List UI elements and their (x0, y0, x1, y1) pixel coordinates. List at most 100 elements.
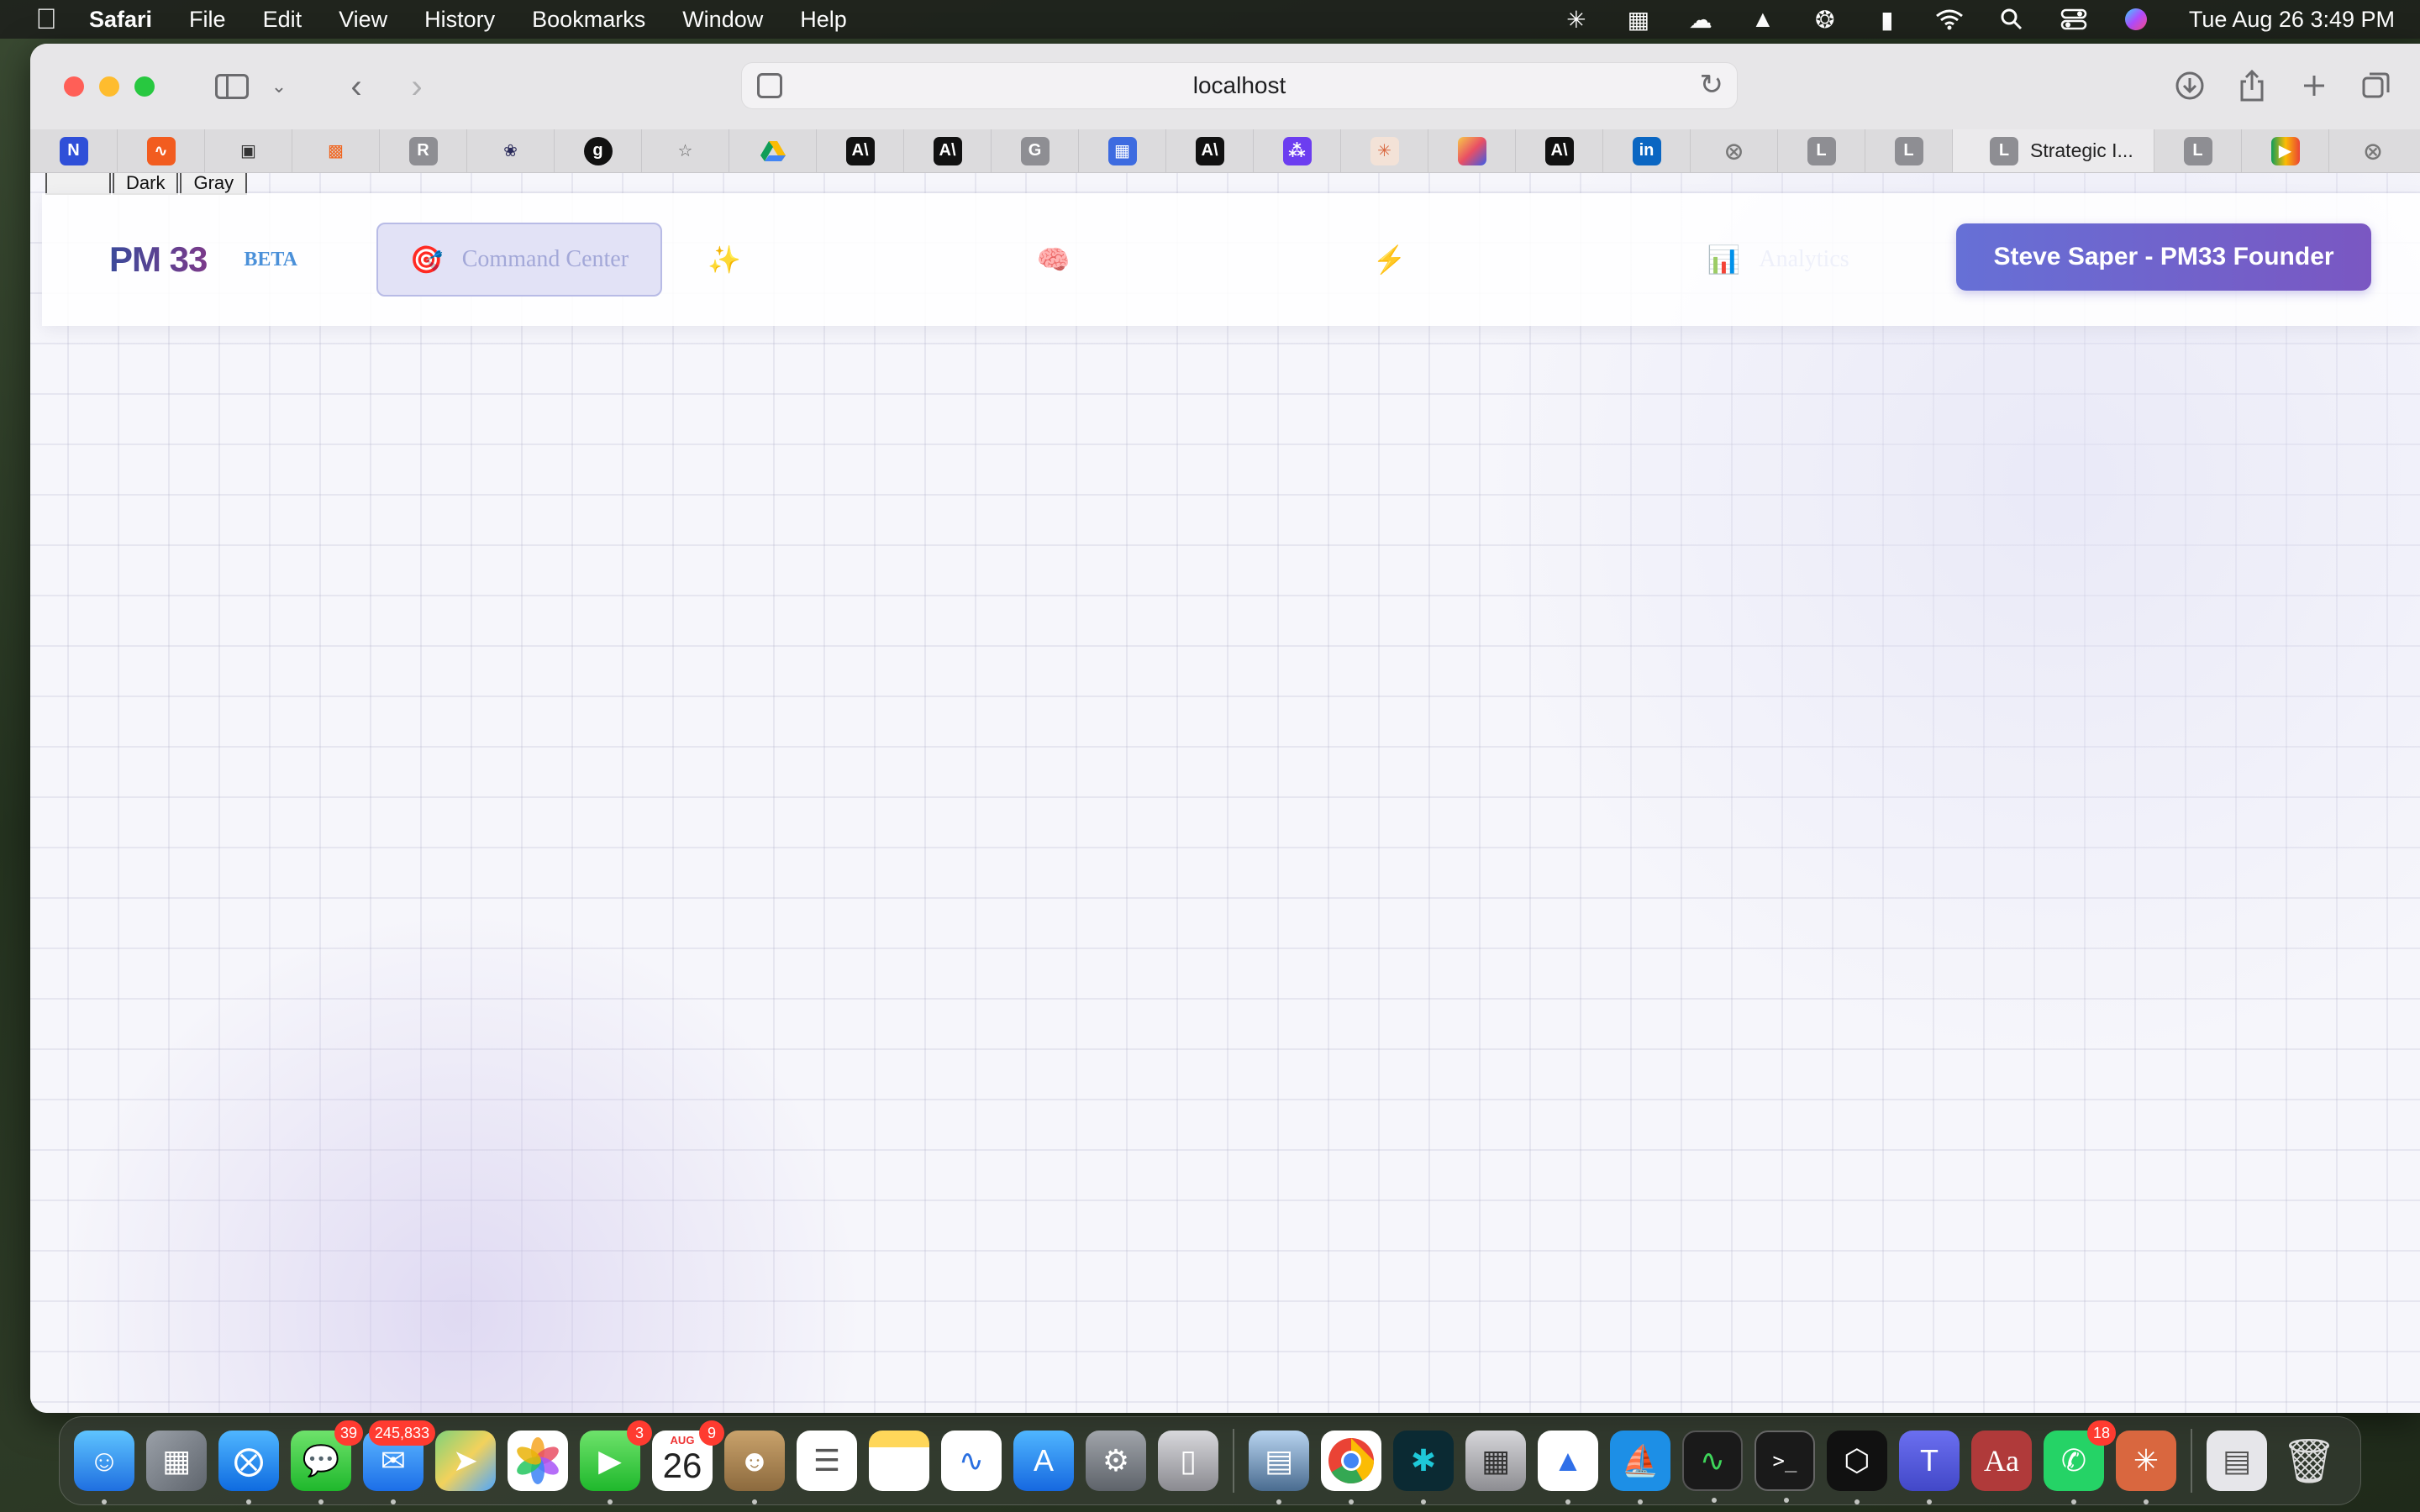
spotlight-search-icon[interactable] (1996, 7, 2028, 32)
menu-edit[interactable]: Edit (263, 7, 302, 33)
nav-tab-sparkles[interactable]: ✨ (708, 244, 741, 276)
freeform-icon[interactable]: ∿ (941, 1431, 1002, 1491)
nav-tab-brain[interactable]: 🧠 (1037, 244, 1071, 276)
teams-icon[interactable]: T (1899, 1431, 1960, 1504)
tab-g[interactable]: G (992, 129, 1079, 172)
theme-dark-button[interactable]: Dark (113, 173, 179, 195)
terminal-icon[interactable]: >_ (1754, 1431, 1815, 1503)
menu-view[interactable]: View (339, 7, 387, 33)
tab-l-3[interactable]: L (2154, 129, 2242, 172)
tab-active-strategic[interactable]: L Strategic I... (1953, 129, 2154, 172)
tab-blocks[interactable]: ▦ (1079, 129, 1166, 172)
arc-status-icon[interactable]: ▲ (1747, 6, 1779, 32)
iphone-mirroring-icon[interactable]: ▯ (1158, 1431, 1218, 1491)
tab-colorful[interactable] (1428, 129, 1516, 172)
tab-orange[interactable]: ▩ (292, 129, 380, 172)
apple-menu-icon[interactable]:  (25, 3, 67, 36)
new-tab-plus-icon[interactable] (2292, 64, 2336, 108)
system-settings-icon[interactable]: ⚙ (1086, 1431, 1146, 1491)
perplexity-icon[interactable]: ✱ (1393, 1431, 1454, 1504)
messages-icon[interactable]: 💬 39 (291, 1420, 363, 1504)
nav-tab-analytics[interactable]: 📊 Analytics (1707, 244, 1849, 276)
tab-drive[interactable] (729, 129, 817, 172)
menu-app-safari[interactable]: Safari (89, 7, 152, 33)
safari-icon[interactable]: ⨂ (218, 1431, 279, 1504)
cursor-app-icon[interactable]: ⬡ (1827, 1431, 1887, 1504)
tab-compass-2[interactable]: ⨂ (2329, 129, 2417, 172)
menu-bar-clock[interactable]: Tue Aug 26 3:49 PM (2189, 7, 2395, 33)
photos-icon[interactable] (508, 1431, 568, 1491)
nav-command-center[interactable]: 🎯 Command Center (376, 223, 662, 297)
cloud-status-icon[interactable]: ☁ (1685, 7, 1717, 33)
whatsapp-icon[interactable]: ✆ 18 (2044, 1420, 2116, 1504)
app-store-icon[interactable]: A (1013, 1431, 1074, 1491)
tab-bookmark[interactable]: ☆ (642, 129, 729, 172)
claude-app-icon[interactable]: ✳ (2116, 1431, 2176, 1504)
calendar-icon[interactable]: AUG 26 9 (652, 1420, 724, 1491)
activity-monitor-icon[interactable]: ∿ (1682, 1431, 1743, 1503)
facetime-icon[interactable]: ▶ 3 (580, 1420, 652, 1504)
reload-icon[interactable]: ↻ (1700, 68, 1724, 102)
tab-r[interactable]: R (380, 129, 467, 172)
forward-arrow-icon[interactable]: › (395, 65, 439, 108)
tab-openai[interactable]: ❀ (467, 129, 555, 172)
menu-window[interactable]: Window (682, 7, 763, 33)
claude-status-icon[interactable]: ✳ (1560, 7, 1592, 33)
sidebar-toggle-icon[interactable] (210, 65, 254, 108)
tab-compass[interactable]: ⨂ (1691, 129, 1778, 172)
wifi-icon[interactable] (1933, 7, 1965, 32)
launchpad-icon[interactable]: ▦ (146, 1431, 207, 1491)
minimize-window-button[interactable] (99, 76, 119, 97)
tab-scan[interactable]: ▣ (205, 129, 292, 172)
theme-light-button[interactable] (45, 173, 111, 195)
menu-file[interactable]: File (189, 7, 226, 33)
maps-icon[interactable]: ➤ (435, 1431, 496, 1491)
bug-status-icon[interactable]: ❂ (1809, 7, 1841, 33)
teams-status-icon[interactable]: ▦ (1623, 7, 1655, 33)
calculator-icon[interactable]: ▦ (1465, 1431, 1526, 1491)
chrome-icon[interactable] (1321, 1431, 1381, 1504)
battery-icon[interactable]: ▮ (1871, 7, 1903, 33)
menu-history[interactable]: History (424, 7, 495, 33)
share-icon[interactable] (2230, 64, 2274, 108)
tab-notion[interactable]: N (30, 129, 118, 172)
tab-purple[interactable]: ⁂ (1254, 129, 1341, 172)
page-menu-icon[interactable] (757, 73, 782, 98)
founder-button[interactable]: Steve Saper - PM33 Founder (1956, 223, 2371, 291)
contacts-icon[interactable]: ☻ (724, 1431, 785, 1504)
tab-linkedin[interactable]: in (1603, 129, 1691, 172)
docker-icon[interactable]: ⛵ (1610, 1431, 1670, 1504)
tab-overview-icon[interactable] (2354, 64, 2398, 108)
arc-app-icon[interactable]: ▲ (1538, 1431, 1598, 1504)
chevron-down-icon[interactable]: ⌄ (257, 65, 301, 108)
tab-anthropic-2[interactable]: A\ (904, 129, 992, 172)
finder-icon[interactable]: ☺ (74, 1431, 134, 1504)
back-arrow-icon[interactable]: ‹ (334, 65, 378, 108)
menu-bookmarks[interactable]: Bookmarks (532, 7, 645, 33)
trash-icon[interactable]: 🗑 (2279, 1431, 2339, 1491)
tab-l-2[interactable]: L (1865, 129, 1953, 172)
tab-goodreads[interactable]: g (555, 129, 642, 172)
tab-meet[interactable]: ▶ (2242, 129, 2329, 172)
zoom-window-button[interactable] (134, 76, 155, 97)
theme-gray-button[interactable]: Gray (180, 173, 248, 195)
tab-grafana[interactable]: ∿ (118, 129, 205, 172)
close-window-button[interactable] (64, 76, 84, 97)
menu-help[interactable]: Help (800, 7, 847, 33)
pm33-logo[interactable]: PM 33 (109, 239, 208, 280)
nav-tab-lightning[interactable]: ⚡ (1373, 244, 1407, 276)
downloads-icon[interactable] (2168, 64, 2212, 108)
tab-anthropic-3[interactable]: A\ (1166, 129, 1254, 172)
tab-claude[interactable]: ✳ (1341, 129, 1428, 172)
tab-anthropic-4[interactable]: A\ (1516, 129, 1603, 172)
siri-icon[interactable] (2120, 7, 2152, 32)
downloads-stack-icon[interactable]: ▤ (2207, 1431, 2267, 1491)
preview-icon[interactable]: ▤ (1249, 1431, 1309, 1504)
tab-anthropic-1[interactable]: A\ (817, 129, 904, 172)
reminders-icon[interactable]: ☰ (797, 1431, 857, 1491)
control-center-icon[interactable] (2058, 7, 2090, 32)
mail-icon[interactable]: ✉ 245,833 (363, 1420, 435, 1504)
dictionary-icon[interactable]: Aa (1971, 1431, 2032, 1491)
notes-icon[interactable] (869, 1431, 929, 1491)
tab-l-1[interactable]: L (1778, 129, 1865, 172)
